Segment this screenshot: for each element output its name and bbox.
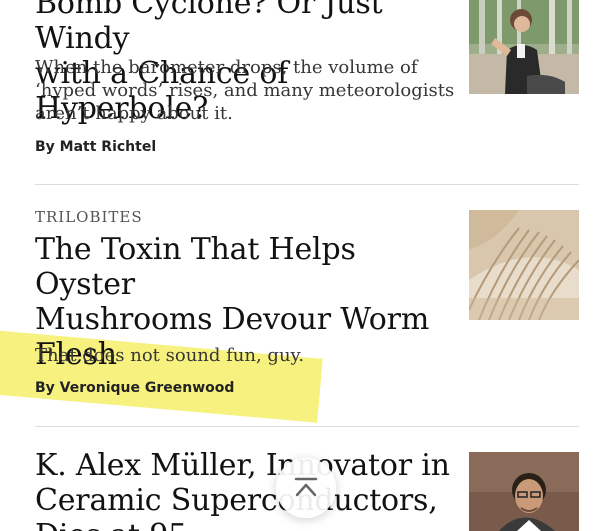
article-summary: When the barometer drops, the volume of … — [35, 57, 455, 124]
article-byline: By Matt Richtel — [35, 139, 157, 155]
article-thumbnail[interactable] — [469, 452, 579, 531]
article-kicker[interactable]: TRILOBITES — [35, 208, 143, 226]
article-card[interactable]: Bomb Cyclone? Or Just Windy with a Chanc… — [35, 0, 610, 185]
article-thumbnail[interactable] — [469, 210, 579, 320]
section-divider — [35, 426, 579, 427]
article-card[interactable]: TRILOBITES The Toxin That Helps Oyster M… — [35, 208, 610, 418]
section-divider — [35, 184, 579, 185]
article-thumbnail[interactable] — [469, 0, 579, 94]
chevron-up-icon — [293, 477, 319, 499]
article-title[interactable]: K. Alex Müller, Innovator in Ceramic Sup… — [35, 448, 455, 531]
article-summary: That does not sound fun, guy. — [35, 345, 305, 366]
article-byline: By Veronique Greenwood — [35, 380, 235, 396]
scroll-to-top-button[interactable] — [276, 458, 336, 518]
